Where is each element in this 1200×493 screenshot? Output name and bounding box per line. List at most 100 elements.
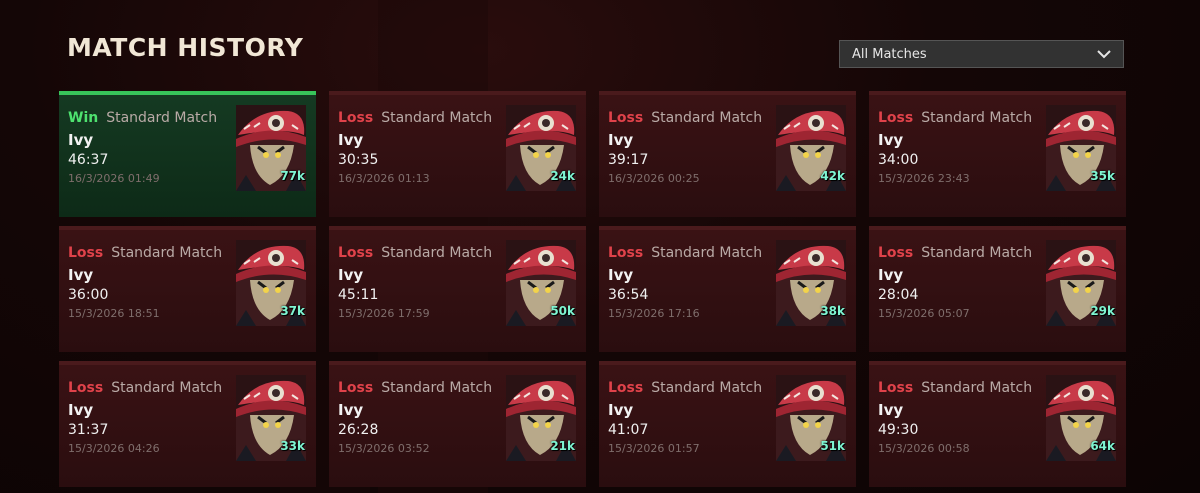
match-date: 15/3/2026 01:57: [608, 442, 700, 455]
hero-name: Ivy: [338, 131, 364, 149]
hero-name: Ivy: [608, 131, 634, 149]
match-score: 77k: [280, 169, 305, 183]
match-header: Loss Standard Match: [338, 380, 492, 396]
match-result: Loss: [338, 245, 374, 261]
match-card[interactable]: Loss Standard Match Ivy 36:00 15/3/2026 1…: [59, 226, 316, 352]
hero-name: Ivy: [68, 401, 94, 419]
match-mode: Standard Match: [381, 245, 493, 261]
match-card[interactable]: Loss Standard Match Ivy 39:17 16/3/2026 0…: [599, 91, 856, 217]
match-score: 24k: [550, 169, 575, 183]
match-duration: 26:28: [338, 422, 379, 438]
match-result: Loss: [878, 110, 914, 126]
match-card[interactable]: Win Standard Match Ivy 46:37 16/3/2026 01…: [59, 91, 316, 217]
hero-name: Ivy: [878, 401, 904, 419]
match-result: Loss: [68, 380, 104, 396]
hero-name: Ivy: [68, 131, 94, 149]
match-duration: 34:00: [878, 152, 919, 168]
match-duration: 31:37: [68, 422, 109, 438]
match-duration: 30:35: [338, 152, 379, 168]
match-date: 15/3/2026 17:16: [608, 307, 700, 320]
match-header: Loss Standard Match: [608, 245, 762, 261]
hero-name: Ivy: [68, 266, 94, 284]
match-mode: Standard Match: [921, 380, 1033, 396]
match-score: 21k: [550, 439, 575, 453]
match-mode: Standard Match: [651, 110, 763, 126]
match-result: Loss: [338, 380, 374, 396]
match-mode: Standard Match: [111, 380, 223, 396]
match-card[interactable]: Loss Standard Match Ivy 28:04 15/3/2026 0…: [869, 226, 1126, 352]
match-header: Loss Standard Match: [878, 245, 1032, 261]
match-date: 16/3/2026 00:25: [608, 172, 700, 185]
match-duration: 36:54: [608, 287, 649, 303]
match-result: Loss: [608, 380, 644, 396]
match-score: 38k: [820, 304, 845, 318]
hero-name: Ivy: [878, 266, 904, 284]
match-header: Loss Standard Match: [338, 110, 492, 126]
match-result: Loss: [878, 380, 914, 396]
match-score: 37k: [280, 304, 305, 318]
match-duration: 39:17: [608, 152, 649, 168]
match-mode: Standard Match: [921, 245, 1033, 261]
match-header: Loss Standard Match: [68, 380, 222, 396]
hero-name: Ivy: [338, 401, 364, 419]
match-header: Loss Standard Match: [608, 110, 762, 126]
match-result: Loss: [338, 110, 374, 126]
match-mode: Standard Match: [921, 110, 1033, 126]
match-card[interactable]: Loss Standard Match Ivy 30:35 16/3/2026 0…: [329, 91, 586, 217]
match-duration: 28:04: [878, 287, 919, 303]
match-header: Loss Standard Match: [878, 110, 1032, 126]
match-mode: Standard Match: [381, 380, 493, 396]
match-card[interactable]: Loss Standard Match Ivy 36:54 15/3/2026 1…: [599, 226, 856, 352]
match-mode: Standard Match: [106, 110, 218, 126]
match-header: Loss Standard Match: [878, 380, 1032, 396]
match-score: 29k: [1090, 304, 1115, 318]
match-card[interactable]: Loss Standard Match Ivy 41:07 15/3/2026 0…: [599, 361, 856, 487]
match-mode: Standard Match: [651, 380, 763, 396]
match-result: Win: [68, 110, 99, 126]
match-card[interactable]: Loss Standard Match Ivy 49:30 15/3/2026 0…: [869, 361, 1126, 487]
match-duration: 36:00: [68, 287, 109, 303]
match-result: Loss: [608, 245, 644, 261]
match-result: Loss: [68, 245, 104, 261]
match-header: Loss Standard Match: [68, 245, 222, 261]
hero-name: Ivy: [608, 266, 634, 284]
match-result: Loss: [878, 245, 914, 261]
match-mode: Standard Match: [381, 110, 493, 126]
hero-name: Ivy: [338, 266, 364, 284]
match-date: 16/3/2026 01:49: [68, 172, 160, 185]
match-duration: 41:07: [608, 422, 649, 438]
match-header: Loss Standard Match: [338, 245, 492, 261]
filter-selected-value: All Matches: [852, 46, 927, 62]
match-date: 15/3/2026 00:58: [878, 442, 970, 455]
match-duration: 49:30: [878, 422, 919, 438]
match-header: Loss Standard Match: [608, 380, 762, 396]
match-grid: Win Standard Match Ivy 46:37 16/3/2026 01…: [59, 91, 1126, 487]
match-date: 15/3/2026 17:59: [338, 307, 430, 320]
match-score: 42k: [820, 169, 845, 183]
match-date: 15/3/2026 03:52: [338, 442, 430, 455]
match-duration: 45:11: [338, 287, 379, 303]
match-mode: Standard Match: [651, 245, 763, 261]
match-score: 64k: [1090, 439, 1115, 453]
match-filter-dropdown[interactable]: All Matches: [839, 40, 1124, 68]
hero-name: Ivy: [878, 131, 904, 149]
match-score: 50k: [550, 304, 575, 318]
match-date: 15/3/2026 04:26: [68, 442, 160, 455]
match-duration: 46:37: [68, 152, 109, 168]
match-card[interactable]: Loss Standard Match Ivy 34:00 15/3/2026 2…: [869, 91, 1126, 217]
match-date: 15/3/2026 18:51: [68, 307, 160, 320]
page-title: MATCH HISTORY: [67, 33, 304, 62]
match-result: Loss: [608, 110, 644, 126]
match-score: 51k: [820, 439, 845, 453]
hero-name: Ivy: [608, 401, 634, 419]
match-score: 33k: [280, 439, 305, 453]
match-date: 16/3/2026 01:13: [338, 172, 430, 185]
match-mode: Standard Match: [111, 245, 223, 261]
match-card[interactable]: Loss Standard Match Ivy 26:28 15/3/2026 0…: [329, 361, 586, 487]
match-card[interactable]: Loss Standard Match Ivy 31:37 15/3/2026 0…: [59, 361, 316, 487]
match-card[interactable]: Loss Standard Match Ivy 45:11 15/3/2026 1…: [329, 226, 586, 352]
match-header: Win Standard Match: [68, 110, 217, 126]
chevron-down-icon: [1097, 49, 1111, 59]
match-date: 15/3/2026 05:07: [878, 307, 970, 320]
match-score: 35k: [1090, 169, 1115, 183]
